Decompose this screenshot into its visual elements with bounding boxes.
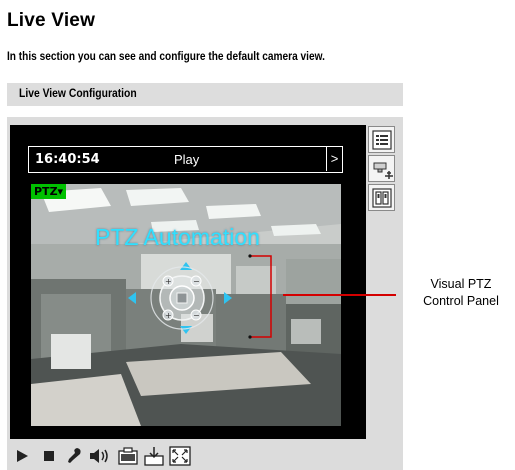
status-mode: Play: [174, 152, 200, 167]
callout-label: Visual PTZ Control Panel: [411, 276, 511, 310]
page-title: Live View: [7, 10, 96, 31]
page-description: In this section you can see and configur…: [7, 51, 325, 63]
callout-line2: Control Panel: [423, 294, 499, 308]
svg-text:+: +: [165, 311, 172, 320]
svg-text:+: +: [165, 277, 172, 286]
ptz-automation-overlay: PTZ Automation: [95, 224, 260, 250]
status-bar: 16:40:54 Play >: [28, 146, 343, 173]
ptz-camera-icon[interactable]: [368, 155, 395, 182]
live-video[interactable]: + − + − PTZ▾ PTZ Automation: [31, 184, 341, 426]
ptz-dropdown-badge[interactable]: PTZ▾: [31, 184, 67, 199]
section-header: Live View Configuration: [7, 83, 403, 106]
microphone-icon[interactable]: [63, 445, 87, 467]
play-icon[interactable]: [11, 445, 35, 467]
svg-text:−: −: [193, 277, 200, 286]
speaker-icon[interactable]: [87, 445, 111, 467]
fullscreen-icon[interactable]: [168, 445, 192, 467]
stop-icon[interactable]: [37, 445, 61, 467]
next-arrow-button[interactable]: >: [326, 147, 342, 171]
office-scene-image: + − + −: [31, 184, 341, 426]
callout-line: [283, 294, 396, 296]
svg-text:−: −: [193, 311, 200, 320]
list-icon[interactable]: [368, 126, 395, 153]
status-time: 16:40:54: [35, 152, 100, 167]
record-icon[interactable]: [142, 445, 166, 467]
snapshot-icon[interactable]: [116, 445, 140, 467]
preset-icon[interactable]: [368, 184, 395, 211]
player-toolbar: [7, 443, 403, 470]
callout-line1: Visual PTZ: [430, 277, 492, 291]
section-title: Live View Configuration: [19, 88, 137, 100]
